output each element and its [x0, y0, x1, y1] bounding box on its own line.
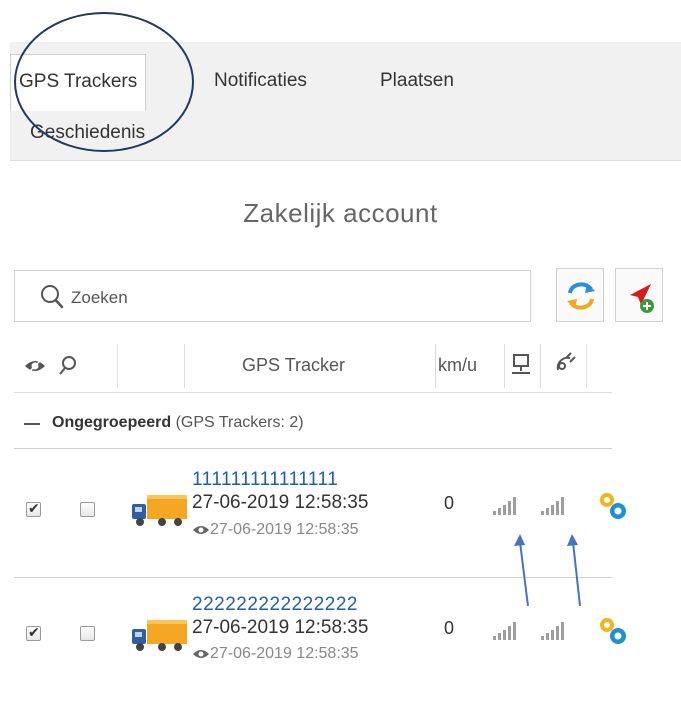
refresh-icon — [567, 282, 595, 310]
tab-gps-trackers[interactable]: GPS Trackers — [10, 54, 147, 111]
group-row[interactable]: Ongegroepeerd (GPS Trackers: 2) — [14, 405, 612, 445]
gsm-signal-icon — [493, 622, 516, 640]
speed-value: 0 — [444, 493, 455, 513]
network-icon — [512, 354, 530, 374]
table-row[interactable]: 111111111111111 27-06-2019 12:58:35 27-0… — [14, 455, 644, 575]
table-row[interactable]: 222222222222222 27-06-2019 12:58:35 27-0… — [14, 584, 644, 704]
select-checkbox[interactable] — [80, 502, 95, 517]
eye-icon[interactable] — [24, 356, 46, 376]
tracker-name-link[interactable]: 111111111111111 — [192, 469, 338, 491]
settings-gear-icon[interactable] — [598, 491, 628, 521]
eye-icon — [193, 525, 209, 534]
gps-signal-icon — [541, 622, 564, 640]
tracker-last-seen: 27-06-2019 12:58:35 — [192, 645, 359, 663]
select-checkbox[interactable] — [80, 626, 95, 641]
search-input[interactable] — [69, 283, 513, 313]
satellite-icon — [556, 352, 576, 371]
add-tracker-button[interactable] — [615, 268, 663, 322]
eye-icon — [193, 649, 209, 658]
truck-icon — [132, 495, 187, 526]
group-name: Ongegroepeerd — [52, 414, 172, 431]
truck-icon — [132, 620, 187, 651]
tab-geschiedenis[interactable]: Geschiedenis — [30, 122, 145, 144]
search-icon[interactable] — [58, 355, 78, 377]
tab-notificaties[interactable]: Notificaties — [214, 70, 307, 92]
page-title: Zakelijk account — [243, 198, 438, 228]
collapse-icon[interactable] — [24, 423, 40, 425]
group-count: (GPS Trackers: 2) — [175, 414, 304, 431]
tracker-timestamp: 27-06-2019 12:58:35 — [192, 492, 369, 513]
visibility-checkbox[interactable] — [26, 500, 41, 517]
speed-value: 0 — [444, 618, 455, 638]
refresh-button[interactable] — [556, 268, 604, 322]
table-header: GPS Tracker km/u — [14, 340, 612, 393]
search-box[interactable] — [14, 270, 531, 322]
gps-signal-icon — [541, 497, 564, 515]
tracker-last-seen: 27-06-2019 12:58:35 — [192, 521, 359, 539]
tab-bar: GPS Trackers Notificaties Plaatsen Gesch… — [10, 42, 681, 161]
column-speed[interactable]: km/u — [438, 355, 502, 376]
tab-plaatsen[interactable]: Plaatsen — [380, 70, 454, 92]
tracker-name-link[interactable]: 222222222222222 — [192, 594, 358, 616]
add-location-icon — [630, 284, 654, 313]
visibility-checkbox[interactable] — [26, 624, 41, 641]
search-icon — [41, 285, 64, 309]
gsm-signal-icon — [493, 497, 516, 515]
column-gps-tracker[interactable]: GPS Tracker — [242, 355, 345, 376]
tracker-timestamp: 27-06-2019 12:58:35 — [192, 617, 369, 638]
settings-gear-icon[interactable] — [598, 616, 628, 646]
